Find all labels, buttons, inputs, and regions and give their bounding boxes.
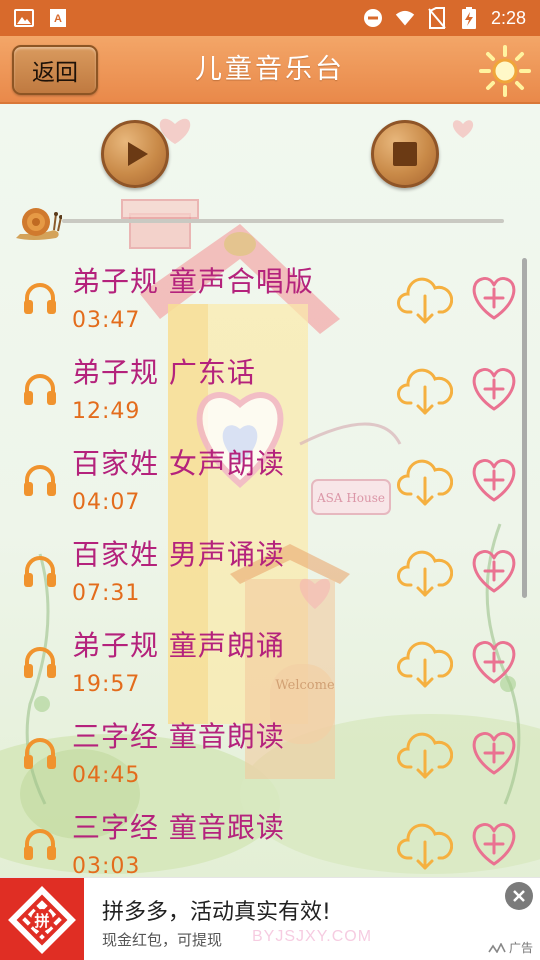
- headphone-icon: [22, 553, 58, 589]
- play-button[interactable]: [101, 120, 169, 188]
- heart-add-icon[interactable]: [468, 454, 520, 506]
- clock: 2:28: [490, 7, 526, 28]
- headphone-icon: [22, 644, 58, 680]
- list-item[interactable]: 弟子规 童声合唱版 03:47: [0, 254, 540, 345]
- heart-add-icon[interactable]: [468, 272, 520, 324]
- playlist: 弟子规 童声合唱版 03:47 弟子规 广东话 12:49 百家姓 女声朗读 0…: [0, 254, 540, 878]
- ad-banner[interactable]: 拼 拼多多，活动真实有效! 现金红包，可提现: [0, 877, 540, 960]
- song-duration: 04:45: [72, 763, 141, 788]
- song-title: 弟子规 广东话: [72, 356, 256, 389]
- heart-add-icon[interactable]: [468, 545, 520, 597]
- play-icon: [127, 142, 148, 166]
- song-title: 三字经 童音朗读: [72, 720, 285, 753]
- song-duration: 03:47: [72, 308, 141, 333]
- song-duration: 04:07: [72, 490, 141, 515]
- song-title: 弟子规 童声合唱版: [72, 265, 314, 298]
- song-duration: 19:57: [72, 672, 141, 697]
- ad-tag: 广告: [488, 939, 533, 956]
- song-duration: 03:03: [72, 854, 141, 878]
- heart-add-icon[interactable]: [468, 727, 520, 779]
- song-duration: 07:31: [72, 581, 141, 606]
- cloud-download-icon[interactable]: [397, 818, 454, 872]
- cloud-download-icon[interactable]: [397, 636, 454, 690]
- cloud-download-icon[interactable]: [397, 454, 454, 508]
- song-title: 百家姓 女声朗读: [72, 447, 285, 480]
- watermark: BYJSJXY.COM: [252, 928, 373, 945]
- song-title: 三字经 童音跟读: [72, 811, 285, 844]
- progress-track[interactable]: [62, 219, 504, 223]
- heart-add-icon[interactable]: [468, 818, 520, 870]
- headphone-icon: [22, 280, 58, 316]
- list-item[interactable]: 弟子规 广东话 12:49: [0, 345, 540, 436]
- close-icon: [513, 890, 525, 902]
- font-app-icon: A: [48, 8, 68, 28]
- list-item[interactable]: 百家姓 男声诵读 07:31: [0, 527, 540, 618]
- cloud-download-icon[interactable]: [397, 727, 454, 781]
- back-button[interactable]: 返回: [12, 45, 98, 95]
- battery-charging-icon: [459, 7, 479, 29]
- pinduoduo-logo: 拼: [0, 878, 84, 960]
- cloud-download-icon[interactable]: [397, 363, 454, 417]
- wifi-icon: [395, 8, 415, 28]
- image-icon: [14, 8, 34, 28]
- snail-progress-handle[interactable]: [12, 202, 63, 244]
- ad-network-icon: [488, 942, 506, 953]
- song-duration: 12:49: [72, 399, 141, 424]
- ad-title: 拼多多，活动真实有效!: [102, 900, 331, 925]
- sun-icon[interactable]: [478, 44, 532, 98]
- headphone-icon: [22, 735, 58, 771]
- cloud-download-icon[interactable]: [397, 545, 454, 599]
- list-item[interactable]: 三字经 童音跟读 03:03: [0, 800, 540, 878]
- heart-add-icon[interactable]: [468, 636, 520, 688]
- ad-tag-label: 广告: [509, 941, 534, 955]
- headphone-icon: [22, 462, 58, 498]
- heart-add-icon[interactable]: [468, 363, 520, 415]
- cloud-download-icon[interactable]: [397, 272, 454, 326]
- no-sim-icon: [427, 7, 447, 29]
- stop-icon: [393, 142, 417, 166]
- ad-subtitle: 现金红包，可提现: [102, 931, 223, 949]
- do-not-disturb-icon: [363, 8, 383, 28]
- song-title: 百家姓 男声诵读: [72, 538, 285, 571]
- list-item[interactable]: 百家姓 女声朗读 04:07: [0, 436, 540, 527]
- close-ad-button[interactable]: [505, 882, 533, 910]
- list-item[interactable]: 弟子规 童声朗诵 19:57: [0, 618, 540, 709]
- headphone-icon: [22, 371, 58, 407]
- list-item[interactable]: 三字经 童音朗读 04:45: [0, 709, 540, 800]
- stop-button[interactable]: [371, 120, 439, 188]
- header-bar: 返回 儿童音乐台: [0, 36, 540, 104]
- svg-text:A: A: [54, 13, 62, 25]
- scrollbar[interactable]: [522, 258, 527, 598]
- status-bar: A 2:28: [0, 0, 540, 36]
- headphone-icon: [22, 826, 58, 862]
- logo-text: 拼: [34, 912, 49, 930]
- song-title: 弟子规 童声朗诵: [72, 629, 285, 662]
